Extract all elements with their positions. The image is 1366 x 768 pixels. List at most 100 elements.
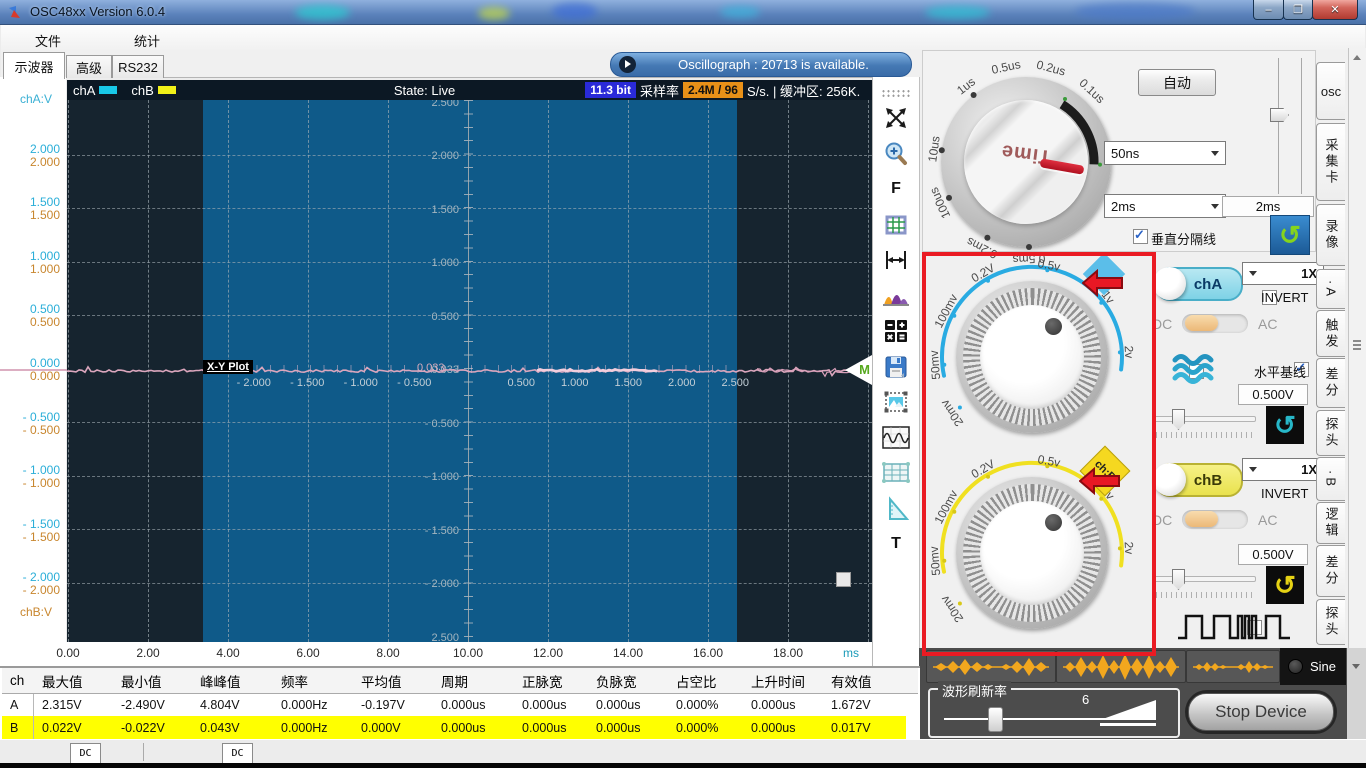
- cha-baseline-label: 水平基线: [1254, 365, 1307, 380]
- x-axis-ticks: 0.00 2.00 4.00 6.00 8.00 10.00 12.00 14.00 16.00…: [28, 646, 828, 660]
- cha-color-swatch: [99, 86, 118, 94]
- cha-coupling-indicator-button[interactable]: DC: [70, 743, 101, 764]
- cha-gain-dropdown[interactable]: 1X: [1242, 262, 1324, 285]
- axis-tick-pair: 1.500 1.500: [29, 195, 60, 223]
- horizontal-measure-icon[interactable]: [879, 245, 913, 276]
- refresh-slider-thumb[interactable]: [988, 707, 1003, 732]
- play-icon: [619, 56, 636, 73]
- notification-banner[interactable]: Oscillograph : 20713 is available.: [610, 52, 912, 77]
- right-tab[interactable]: 逻辑: [1316, 502, 1345, 544]
- right-tab[interactable]: ·A: [1316, 269, 1345, 309]
- timebase-reset-button[interactable]: ↺: [1270, 215, 1310, 255]
- x-axis-tick: 4.00: [216, 646, 240, 660]
- vertical-separator-checkbox[interactable]: [1133, 227, 1148, 244]
- auto-button[interactable]: 自动: [1138, 69, 1216, 96]
- xy-x-tick: - 1.000: [343, 377, 378, 389]
- sine-mode-button[interactable]: Sine: [1280, 648, 1346, 685]
- table-header-cell: 上升时间: [751, 674, 805, 690]
- right-tab[interactable]: 探头: [1316, 410, 1345, 456]
- plot-corner-checkbox[interactable]: [836, 572, 851, 587]
- right-tab[interactable]: 采集卡: [1316, 123, 1345, 201]
- xy-plot-label[interactable]: X-Y Plot: [203, 360, 253, 374]
- cha-red-arrow-icon: [1082, 269, 1123, 297]
- chevron-down-icon: [1211, 150, 1219, 156]
- save-icon[interactable]: [879, 351, 913, 382]
- cha-volt-knob[interactable]: 20mv 50mv 100mv 0.2V 0.5v 1v 2v: [927, 252, 1137, 457]
- zoom-in-icon[interactable]: [879, 138, 913, 169]
- volt-tick: 2v: [1121, 541, 1137, 555]
- legend-cha[interactable]: chA: [73, 83, 95, 98]
- right-tab[interactable]: 差分: [1316, 545, 1345, 597]
- restore-button[interactable]: ❐: [1283, 0, 1313, 20]
- right-tab[interactable]: 触发: [1316, 310, 1345, 357]
- x-axis-unit: ms: [843, 646, 859, 660]
- table-row-chb: B 0.022V -0.022V 0.043V 0.000Hz 0.000V 0.000u…: [2, 716, 906, 739]
- slider-thumb[interactable]: [1172, 569, 1185, 590]
- table-header-cell: 平均值: [361, 674, 402, 690]
- time-knob[interactable]: Time 0.1us 0.2us 0.5us 1us 10us 100us 0.…: [925, 52, 1128, 267]
- grid-settings-icon[interactable]: [879, 209, 913, 240]
- tab-oscilloscope[interactable]: 示波器: [3, 52, 65, 79]
- window-title: OSC48xx Version 6.0.4: [30, 4, 166, 19]
- right-tab[interactable]: osc: [1316, 62, 1345, 120]
- table-cell: 0.000Hz: [281, 698, 328, 712]
- bottom-black-bar: [0, 763, 1366, 768]
- menu-file[interactable]: 文件: [27, 29, 69, 52]
- toolbar-grip[interactable]: [881, 89, 911, 98]
- right-tab[interactable]: 录像: [1316, 204, 1345, 266]
- generator-more-icon[interactable]: [1352, 664, 1360, 669]
- right-tab[interactable]: 差分: [1316, 358, 1345, 408]
- wave-pattern-1-button[interactable]: [926, 650, 1056, 683]
- right-tab-strip: osc 采集卡 录像 ·A 触发 差分 探头 ·B 逻辑 差分 探头: [1316, 48, 1346, 648]
- t-tool-button[interactable]: T: [879, 529, 913, 560]
- f-tool-button[interactable]: F: [879, 174, 913, 205]
- histogram-icon[interactable]: [879, 280, 913, 311]
- screenshot-icon[interactable]: [879, 387, 913, 418]
- xy-x-tick: - 0.500: [397, 377, 432, 389]
- scroll-up-icon[interactable]: [1351, 51, 1363, 63]
- chb-enable-toggle[interactable]: chB: [1153, 463, 1243, 497]
- chb-coupling-toggle[interactable]: [1182, 510, 1248, 529]
- chb-offset-slider[interactable]: [1148, 568, 1262, 602]
- waveform-display-icon[interactable]: [879, 422, 913, 453]
- stop-device-button[interactable]: Stop Device: [1185, 690, 1337, 734]
- wave-pattern-2-button[interactable]: [1056, 650, 1186, 683]
- waveform-plot[interactable]: 2.500 2.000 1.500 1.000 0.500 0.033 - 0.500 - 1…: [67, 100, 872, 642]
- plot-toolbar: F T: [872, 77, 920, 666]
- math-operations-icon[interactable]: [879, 316, 913, 347]
- minimize-button[interactable]: –: [1253, 0, 1284, 20]
- tab-advanced[interactable]: 高级: [66, 55, 112, 78]
- volt-tick: 2v: [1121, 345, 1137, 359]
- legend-chb[interactable]: chB: [131, 83, 153, 98]
- ruler-triangle-icon[interactable]: [879, 493, 913, 524]
- time-knob-cap[interactable]: Time: [964, 100, 1088, 224]
- timebase-vertical-slider[interactable]: [1264, 56, 1308, 198]
- close-button[interactable]: ✕: [1312, 0, 1358, 20]
- cha-coupling-toggle[interactable]: [1182, 314, 1248, 333]
- m-trigger-marker[interactable]: M: [844, 355, 872, 385]
- right-tab[interactable]: ·B: [1316, 457, 1345, 501]
- chb-reset-button[interactable]: ↺: [1266, 566, 1304, 604]
- timebase-dropdown[interactable]: 2ms: [1104, 194, 1226, 218]
- right-tab[interactable]: 探头: [1316, 599, 1345, 645]
- trigger-time-dropdown[interactable]: 50ns: [1104, 141, 1226, 165]
- chb-axis-label: chB:V: [20, 605, 53, 619]
- refresh-rate-value: 6: [1082, 692, 1090, 707]
- wave-pattern-3-button[interactable]: [1186, 650, 1280, 683]
- slider-thumb[interactable]: [1172, 409, 1185, 430]
- cha-reset-button[interactable]: ↺: [1266, 406, 1304, 444]
- fit-expand-icon[interactable]: [879, 103, 913, 134]
- toggle-ball: [1153, 267, 1186, 300]
- chb-volt-knob[interactable]: 20mv 50mv 100mv 0.2V 0.5v 1v 2v ch:B: [927, 445, 1137, 653]
- table-grid-icon[interactable]: [879, 458, 913, 489]
- slider-thumb[interactable]: [1270, 108, 1289, 122]
- cha-offset-slider[interactable]: [1148, 408, 1262, 442]
- right-scrollbar[interactable]: [1348, 48, 1366, 738]
- menu-statistics[interactable]: 统计: [126, 29, 168, 52]
- chb-gain-dropdown[interactable]: 1X: [1242, 458, 1324, 481]
- x-axis-tick: 18.00: [772, 646, 804, 660]
- tab-rs232[interactable]: RS232: [112, 55, 164, 78]
- timebase-value: 2ms: [1222, 196, 1314, 217]
- cha-enable-toggle[interactable]: chA: [1153, 267, 1243, 301]
- chb-coupling-indicator-button[interactable]: DC: [222, 743, 253, 764]
